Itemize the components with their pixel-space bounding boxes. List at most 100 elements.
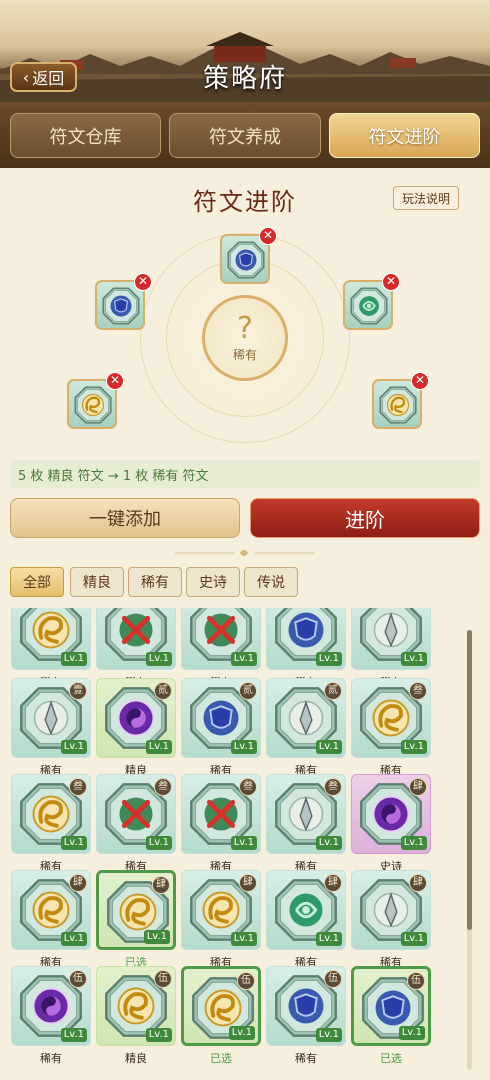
filter-rare[interactable]: 稀有 (128, 567, 182, 597)
rune-card[interactable]: Lv.1 (181, 608, 261, 670)
rune-grid: Lv.1稀有 Lv.1稀有 Lv.1稀有 Lv.1稀有 Lv.1稀有 壹Lv.1… (0, 608, 490, 1080)
rune-level-badge: Lv.1 (145, 740, 172, 754)
tab-rune-advance[interactable]: 符文进阶 (329, 113, 480, 158)
rune-slot-number-badge: 壹 (69, 682, 87, 700)
rune-level-badge: Lv.1 (230, 932, 257, 946)
rune-card[interactable]: 肆 Lv.1 (96, 870, 176, 950)
remove-slot-button[interactable]: ✕ (382, 273, 400, 291)
remove-slot-button[interactable]: ✕ (411, 372, 429, 390)
rune-level-badge: Lv.1 (315, 740, 342, 754)
material-slot[interactable]: ✕ (95, 273, 152, 330)
remove-slot-button[interactable]: ✕ (106, 372, 124, 390)
rune-slot-number-badge: 贰 (324, 682, 342, 700)
rune-level-badge: Lv.1 (400, 836, 427, 850)
rune-level-badge: Lv.1 (400, 652, 427, 666)
material-slot[interactable]: ✕ (343, 273, 400, 330)
rune-card[interactable]: 伍 Lv.1 (11, 966, 91, 1046)
remove-slot-button[interactable]: ✕ (134, 273, 152, 291)
rune-card[interactable]: 伍 Lv.1 (181, 966, 261, 1046)
rune-level-badge: Lv.1 (145, 652, 172, 666)
rune-slot-number-badge: 伍 (324, 970, 342, 988)
rune-card[interactable]: 叁 Lv.1 (96, 774, 176, 854)
rune-slot-number-badge: 肆 (69, 874, 87, 892)
remove-slot-button[interactable]: ✕ (259, 227, 277, 245)
tab-bar: 符文仓库 符文养成 符文进阶 (0, 102, 490, 168)
rune-card[interactable]: Lv.1 (96, 608, 176, 670)
rune-card[interactable]: Lv.1 (351, 608, 431, 670)
filter-epic[interactable]: 史诗 (186, 567, 240, 597)
rune-card[interactable]: 贰 Lv.1 (181, 678, 261, 758)
rune-slot-number-badge: 贰 (239, 682, 257, 700)
rune-level-badge: Lv.1 (315, 652, 342, 666)
rune-slot-number-badge: 肆 (239, 874, 257, 892)
rune-card[interactable]: 壹 Lv.1 (11, 678, 91, 758)
advance-button[interactable]: 进阶 (250, 498, 480, 538)
rune-card[interactable]: 贰 Lv.1 (96, 678, 176, 758)
page-title: 策略府 (202, 64, 287, 94)
rune-card[interactable]: 肆 Lv.1 (181, 870, 261, 950)
rune-slot-number-badge: 叁 (324, 778, 342, 796)
rune-card[interactable]: 伍 Lv.1 (351, 966, 431, 1046)
rune-level-badge: Lv.1 (60, 932, 87, 946)
material-slot[interactable]: ✕ (372, 372, 429, 429)
rune-slot-number-badge: 叁 (409, 682, 427, 700)
rune-slot-number-badge: 伍 (237, 972, 255, 990)
rune-level-badge: Lv.1 (400, 740, 427, 754)
rune-card[interactable]: 贰 Lv.1 (266, 678, 346, 758)
rune-card[interactable]: 肆 Lv.1 (351, 870, 431, 950)
add-all-button[interactable]: 一键添加 (10, 498, 240, 538)
rune-card[interactable]: 伍 Lv.1 (96, 966, 176, 1046)
rune-level-badge: Lv.1 (60, 740, 87, 754)
rune-level-badge: Lv.1 (60, 652, 87, 666)
rune-level-badge: Lv.1 (315, 1028, 342, 1042)
rune-slot-number-badge: 肆 (409, 874, 427, 892)
rune-selected-label: 已选 (210, 1052, 232, 1065)
help-button[interactable]: 玩法说明 (393, 186, 459, 210)
rune-slot-number-badge: 叁 (154, 778, 172, 796)
filter-fine[interactable]: 精良 (70, 567, 124, 597)
rune-slot-number-badge: 伍 (69, 970, 87, 988)
header-banner: ‹ 返回 策略府 (0, 0, 490, 102)
rune-level-badge: Lv.1 (145, 836, 172, 850)
rune-card[interactable]: 叁 Lv.1 (351, 678, 431, 758)
rune-level-badge: Lv.1 (230, 740, 257, 754)
rune-slot-number-badge: 肆 (324, 874, 342, 892)
rune-rarity-label: 精良 (125, 1052, 147, 1065)
scrollbar-thumb[interactable] (467, 630, 472, 930)
material-slot[interactable]: ✕ (220, 227, 277, 284)
rune-level-badge: Lv.1 (228, 1026, 255, 1040)
rune-level-badge: Lv.1 (143, 930, 170, 944)
rune-level-badge: Lv.1 (60, 1028, 87, 1042)
rune-card[interactable]: 叁 Lv.1 (266, 774, 346, 854)
advance-target-slot: ? 稀有 (202, 295, 288, 381)
rune-selected-label: 已选 (380, 1052, 402, 1065)
material-slot[interactable]: ✕ (67, 372, 124, 429)
tab-rune-warehouse[interactable]: 符文仓库 (10, 113, 161, 158)
rune-card[interactable]: 叁 Lv.1 (181, 774, 261, 854)
rune-card[interactable]: 伍 Lv.1 (266, 966, 346, 1046)
ornament-divider (175, 550, 315, 556)
rune-level-badge: Lv.1 (230, 652, 257, 666)
rune-slot-number-badge: 肆 (409, 778, 427, 796)
filter-all[interactable]: 全部 (10, 567, 64, 597)
rune-level-badge: Lv.1 (60, 836, 87, 850)
rune-slot-number-badge: 叁 (239, 778, 257, 796)
rune-card[interactable]: Lv.1 (266, 608, 346, 670)
unknown-result-icon: ? (237, 310, 253, 346)
rune-card[interactable]: 肆 Lv.1 (351, 774, 431, 854)
rune-card[interactable]: 肆 Lv.1 (266, 870, 346, 950)
rune-card[interactable]: 叁 Lv.1 (11, 774, 91, 854)
rune-card[interactable]: Lv.1 (11, 608, 91, 670)
rune-slot-number-badge: 贰 (154, 682, 172, 700)
tab-rune-cultivation[interactable]: 符文养成 (169, 113, 321, 158)
rune-slot-number-badge: 伍 (407, 972, 425, 990)
rune-level-badge: Lv.1 (400, 932, 427, 946)
rune-rarity-label: 稀有 (295, 1052, 317, 1065)
rune-level-badge: Lv.1 (398, 1026, 425, 1040)
rune-slot-number-badge: 叁 (69, 778, 87, 796)
advance-formula-text: 5 枚 精良 符文 → 1 枚 稀有 符文 (10, 460, 480, 488)
rune-rarity-label: 稀有 (40, 1052, 62, 1065)
filter-legendary[interactable]: 传说 (244, 567, 298, 597)
rune-card[interactable]: 肆 Lv.1 (11, 870, 91, 950)
rune-slot-number-badge: 肆 (152, 876, 170, 894)
